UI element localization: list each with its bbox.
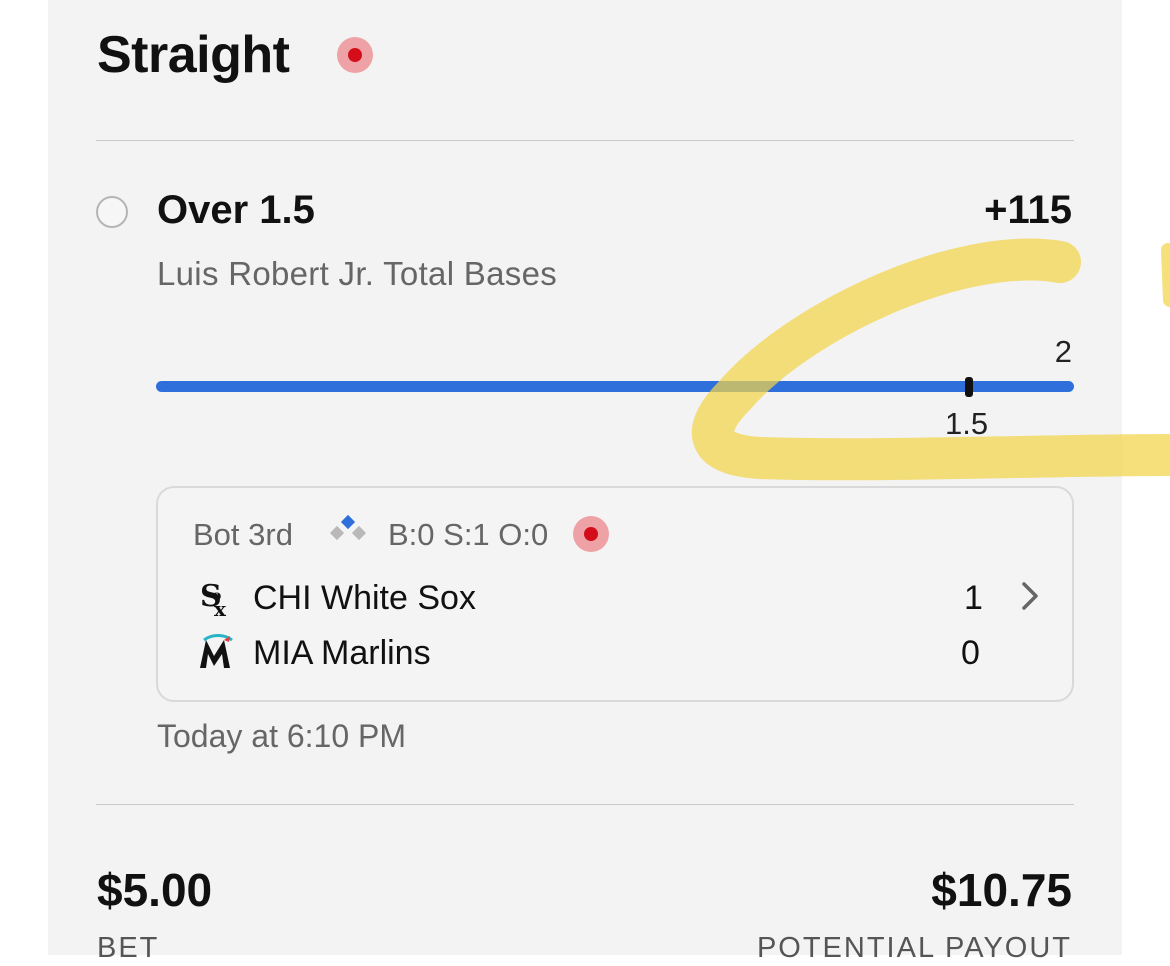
live-indicator-icon [573,516,609,552]
svg-text:o: o [212,588,221,604]
odds-value: +115 [984,188,1072,232]
team-score-away: 0 [961,634,980,672]
bet-type-title: Straight [97,26,290,84]
market-name: Luis Robert Jr. Total Bases [157,255,558,292]
progress-bar [156,381,1074,392]
team-score-home: 1 [964,579,983,617]
marlins-logo-icon [200,634,233,668]
progress-line-marker [965,377,973,397]
count-label: B:0 S:1 O:0 [388,517,549,552]
footer-divider [96,804,1074,805]
payout-amount-label: POTENTIAL PAYOUT [756,932,1072,964]
game-time: Today at 6:10 PM [157,718,407,754]
select-radio[interactable] [96,196,128,228]
bet-amount-label: BET [97,932,160,964]
payout-amount: $10.75 [931,864,1072,916]
bases-diamond-icon [329,514,367,541]
team-name-home: CHI White Sox [253,579,476,617]
bet-amount: $5.00 [97,864,213,916]
chevron-right-icon[interactable] [1012,578,1048,614]
inning-label: Bot 3rd [193,517,293,552]
header-divider [96,140,1074,141]
white-sox-logo-icon: S x o [200,579,227,620]
progress-line-value: 1.5 [945,406,989,441]
team-name-away: MIA Marlins [253,634,431,672]
bet-slip-card [48,0,1122,955]
live-indicator-icon [337,37,373,73]
progress-current-value: 2 [1054,334,1072,369]
selection-title: Over 1.5 [157,188,315,232]
